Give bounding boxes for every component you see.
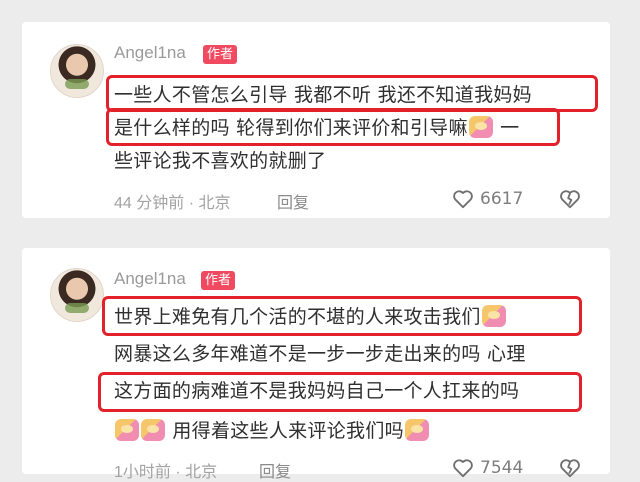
author-name[interactable]: Angel1na <box>114 43 186 63</box>
author-name[interactable]: Angel1na <box>114 269 186 289</box>
like-count: 6617 <box>480 189 524 209</box>
comment-text-line: 网暴这么多年难道不是一步一步走出来的吗 心理 <box>114 343 526 365</box>
comment-text-line: 些评论我不喜欢的就删了 <box>114 150 327 172</box>
avatar[interactable] <box>50 44 104 98</box>
heart-outline-icon[interactable] <box>452 458 474 478</box>
heart-outline-icon[interactable] <box>452 189 474 209</box>
comment-time-location: 44 分钟前 · 北京 <box>114 195 231 212</box>
reply-button[interactable]: 回复 <box>277 189 309 213</box>
comment-text-segment: 用得着这些人来评论我们吗 <box>172 420 404 442</box>
comment-time-location: 1小时前 · 北京 <box>114 464 218 481</box>
author-badge: 作者 <box>203 45 238 64</box>
highlight-box <box>106 108 560 146</box>
highlight-box <box>98 372 582 412</box>
broken-heart-icon[interactable] <box>559 457 581 479</box>
author-badge: 作者 <box>201 271 236 290</box>
highlight-box <box>106 75 598 112</box>
like-count: 7544 <box>480 458 524 478</box>
hugging-face-emoji-icon <box>404 419 429 441</box>
highlight-box <box>102 296 582 336</box>
broken-heart-icon[interactable] <box>559 188 581 210</box>
comment-card: Angel1na 作者 世界上难免有几个活的不堪的人来攻击我们 网暴这么多年难道… <box>22 248 610 481</box>
hugging-face-emoji-icon <box>141 419 165 441</box>
comment-text-line: 用得着这些人来评论我们吗 <box>114 418 430 444</box>
avatar[interactable] <box>50 268 104 322</box>
reply-button[interactable]: 回复 <box>259 458 291 482</box>
comment-card: Angel1na 作者 一些人不管怎么引导 我都不听 我还不知道我妈妈 是什么样… <box>22 22 610 218</box>
hugging-face-emoji-icon <box>115 419 139 441</box>
